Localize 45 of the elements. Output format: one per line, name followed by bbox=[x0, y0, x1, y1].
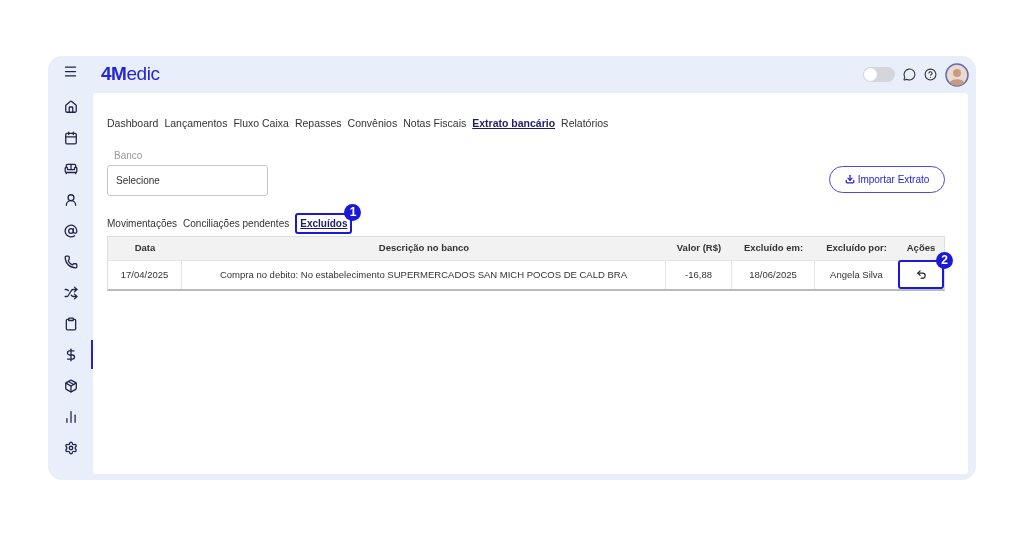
column-header: Data bbox=[134, 241, 156, 256]
phone-icon[interactable] bbox=[63, 254, 78, 269]
column-header: Valor (R$) bbox=[676, 241, 722, 256]
sub-tab[interactable]: Movimentações bbox=[107, 215, 178, 231]
sub-tab[interactable]: Conciliações pendentes bbox=[183, 215, 290, 231]
table-cell: 17/04/2025 bbox=[120, 267, 169, 282]
calendar-icon[interactable] bbox=[63, 130, 78, 145]
home-icon[interactable] bbox=[63, 99, 78, 114]
menu-icon[interactable] bbox=[63, 64, 78, 79]
nav-tab[interactable]: Convênios bbox=[347, 116, 398, 132]
download-icon bbox=[844, 174, 855, 185]
box-icon[interactable] bbox=[63, 378, 78, 393]
bar-chart-icon[interactable] bbox=[63, 409, 78, 424]
undo-icon bbox=[915, 269, 927, 281]
shuffle-icon[interactable] bbox=[63, 285, 78, 300]
column-header: Excluído por: bbox=[826, 241, 887, 256]
active-indicator bbox=[91, 340, 93, 369]
sofa-icon[interactable] bbox=[63, 161, 78, 176]
bank-select[interactable]: Selecione bbox=[107, 164, 268, 196]
at-sign-icon[interactable] bbox=[63, 223, 78, 238]
nav-tab[interactable]: Relatórios bbox=[561, 116, 609, 132]
nav-tab[interactable]: Repasses bbox=[294, 116, 342, 132]
chat-icon[interactable] bbox=[903, 68, 916, 81]
callout-badge: 1 bbox=[344, 203, 362, 221]
nav-tab[interactable]: Dashboard bbox=[107, 116, 159, 132]
nav-tab[interactable]: Fluxo Caixa bbox=[233, 116, 289, 132]
user-icon[interactable] bbox=[63, 192, 78, 207]
table-cell: 18/06/2025 bbox=[749, 267, 797, 282]
callout-badge: 2 bbox=[936, 251, 953, 269]
help-icon[interactable] bbox=[924, 68, 937, 81]
avatar[interactable] bbox=[945, 62, 969, 87]
column-header: Excluído em: bbox=[743, 241, 804, 256]
table-cell: Compra no debito: No estabelecimento SUPERMERCADOS SAN MICH POCOS DE CALD BRA bbox=[219, 267, 628, 282]
toggle-switch[interactable] bbox=[863, 67, 895, 82]
table-cell: Angela Silva bbox=[830, 267, 883, 282]
logo: 4Medic bbox=[101, 62, 160, 87]
clipboard-icon[interactable] bbox=[63, 316, 78, 331]
nav-tab[interactable]: Notas Fiscais bbox=[403, 116, 467, 132]
nav-tab[interactable]: Extrato bancário bbox=[472, 116, 556, 132]
table-cell: -16,88 bbox=[685, 267, 712, 282]
field-label: Banco bbox=[114, 148, 144, 163]
nav-tab[interactable]: Lançamentos bbox=[164, 116, 228, 132]
settings-icon[interactable] bbox=[63, 440, 78, 455]
column-header: Ações bbox=[906, 241, 936, 256]
column-header: Descrição no banco bbox=[378, 241, 470, 256]
